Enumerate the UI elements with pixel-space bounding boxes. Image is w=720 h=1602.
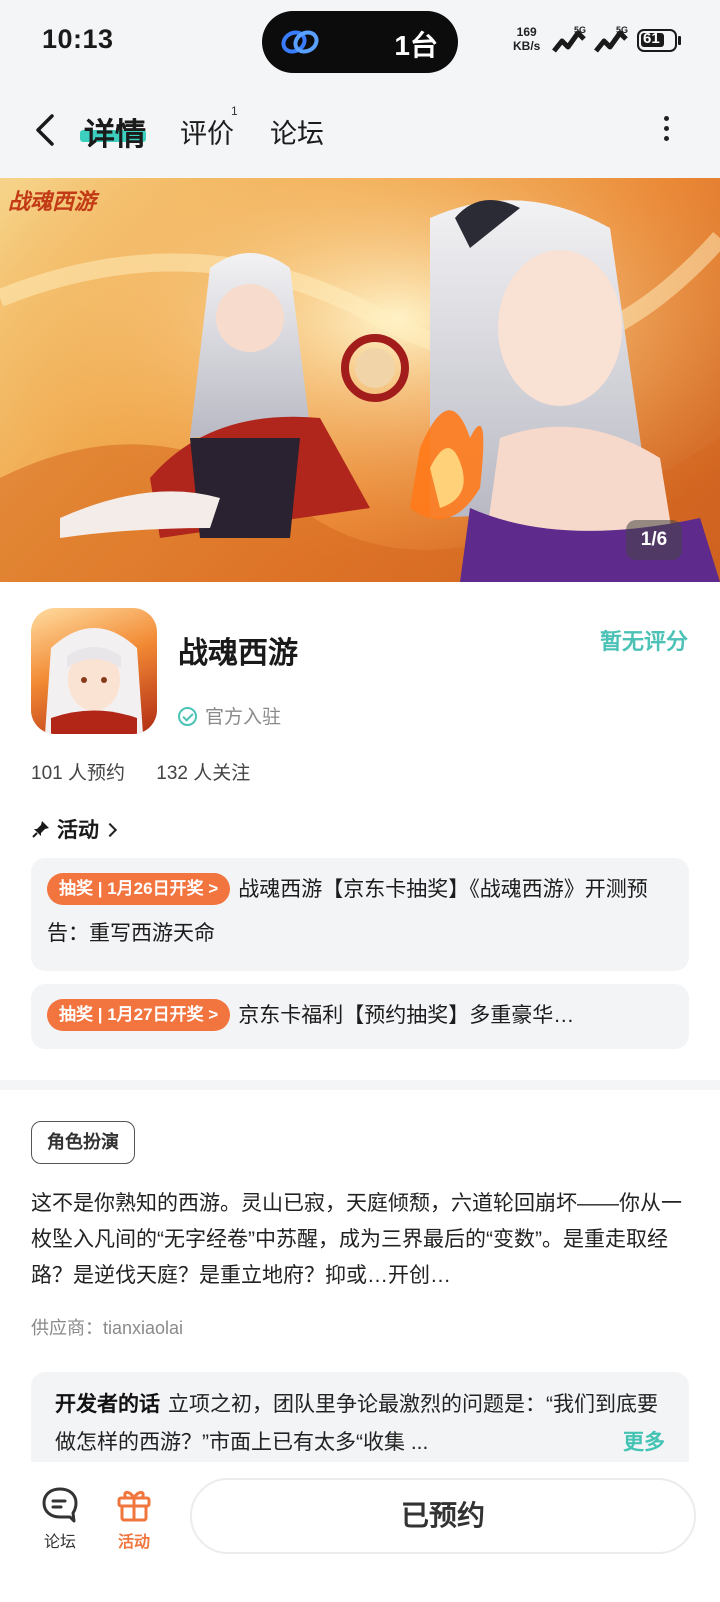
active-tab-indicator (80, 130, 146, 142)
app-rating: 暂无评分 (599, 629, 688, 654)
signal-icon-2: 5G (594, 25, 630, 55)
verified-check-icon (178, 707, 197, 726)
carousel-counter: 1/6 (626, 520, 682, 560)
app-icon (31, 608, 157, 734)
banner-logo: 战魂西游 (8, 189, 97, 215)
network-speed: 169 KB/s (513, 25, 540, 53)
status-bar: 10:13 1台 169 KB/s 5G 5G 61 (0, 0, 720, 84)
developer-note-title: 开发者的话 (55, 1393, 160, 1416)
lottery-badge: 抽奖 | 1月26日开奖 > (47, 873, 231, 905)
island-label: 1台 (394, 30, 438, 61)
app-title: 战魂西游 (178, 637, 298, 670)
bottom-activity-label: 活动 (117, 1534, 150, 1551)
gift-icon (117, 1490, 151, 1522)
pin-icon (32, 821, 49, 838)
link-icon (281, 30, 319, 54)
more-options-icon[interactable] (658, 111, 674, 151)
developer-note-card[interactable]: 开发者的话 立项之初，团队里争论最激烈的问题是：“我们到底要做怎样的西游？”市面上… (31, 1372, 689, 1462)
forum-chat-icon (42, 1487, 78, 1523)
section-divider (0, 1080, 720, 1090)
chevron-right-icon (102, 822, 118, 838)
network-speed-unit: KB/s (513, 39, 541, 53)
activity-text: 京东卡福利【预约抽奖】多重豪华… (238, 1004, 575, 1027)
signal-label: 5G (574, 25, 587, 35)
follower-count: 132 人关注 (156, 763, 251, 784)
battery-icon: 61 (637, 29, 681, 52)
official-badge: 官方入驻 (178, 702, 281, 729)
tab-forum[interactable]: 论坛 (270, 112, 324, 151)
reviews-count-badge: 1 (231, 104, 238, 118)
signal-label-2: 5G (616, 25, 629, 35)
activity-card[interactable]: 抽奖 | 1月27日开奖 > 京东卡福利【预约抽奖】多重豪华… (31, 984, 689, 1049)
supplier-info: 供应商：tianxiaolai (31, 1318, 184, 1338)
lottery-badge: 抽奖 | 1月27日开奖 > (47, 999, 231, 1031)
activity-card[interactable]: 抽奖 | 1月26日开奖 > 战魂西游【京东卡抽奖】《战魂西游》开测预告：重写西游… (31, 858, 689, 971)
activities-title: 活动 (57, 819, 99, 842)
official-label: 官方入驻 (205, 707, 282, 728)
bottom-forum-label: 论坛 (43, 1534, 76, 1551)
game-description[interactable]: 这不是你熟知的西游。灵山已寂，天庭倾颓，六道轮回崩坏——你从一枚坠入凡间的“无字… (31, 1186, 691, 1294)
genre-tag[interactable]: 角色扮演 (31, 1121, 135, 1164)
reservation-count: 101 人预约 (31, 763, 125, 784)
bottom-activity-button[interactable]: 活动 (104, 1484, 164, 1552)
developer-note-more-link[interactable]: 更多 (619, 1424, 665, 1462)
bottom-forum-button[interactable]: 论坛 (30, 1484, 90, 1552)
banner-artwork (0, 178, 720, 582)
activities-header[interactable]: 活动 (31, 814, 118, 844)
signal-icon: 5G (552, 25, 588, 55)
app-stats: 101 人预约 132 人关注 (31, 758, 250, 785)
battery-level: 61 (643, 30, 660, 47)
media-carousel[interactable]: 战魂西游 1/6 (0, 178, 720, 582)
bottom-action-bar: 论坛 活动 已预约 (0, 1462, 720, 1602)
dynamic-island[interactable]: 1台 (262, 11, 458, 73)
network-speed-value: 169 (516, 25, 537, 39)
tab-reviews[interactable]: 评价 (180, 112, 234, 151)
reserved-button[interactable]: 已预约 (190, 1478, 696, 1554)
status-time: 10:13 (42, 24, 114, 54)
back-arrow-icon[interactable] (26, 110, 66, 150)
